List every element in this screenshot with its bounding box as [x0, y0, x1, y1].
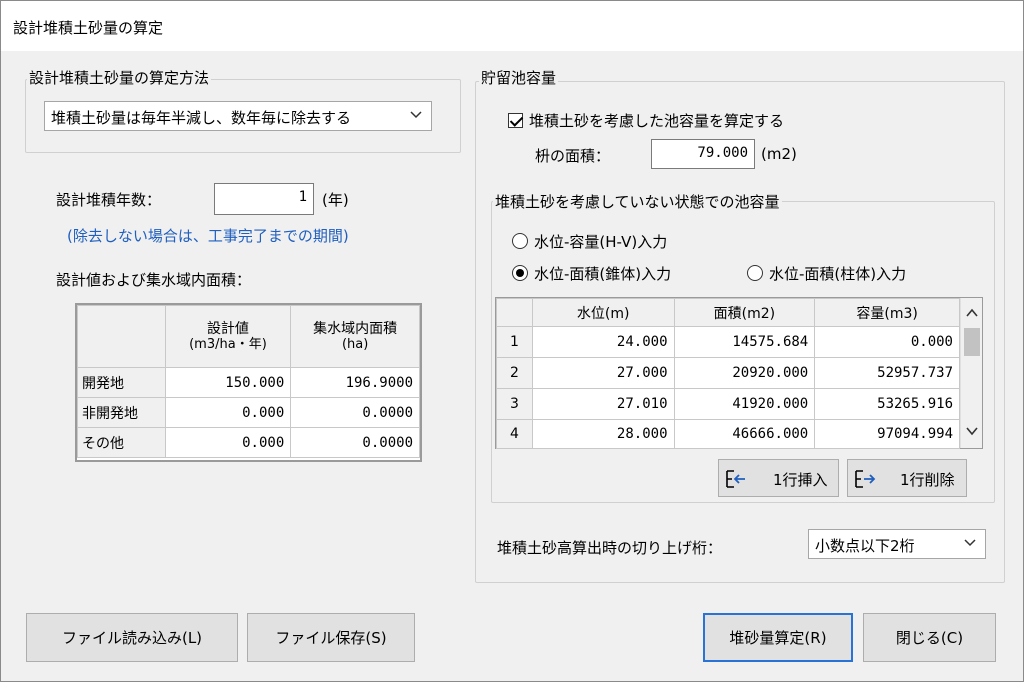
row-number: 3 — [496, 388, 533, 420]
method-select[interactable]: 堆積土砂量は毎年半減し、数年毎に除去する — [44, 101, 432, 131]
table-row: 非開発地 0.000 0.0000 — [77, 397, 420, 428]
save-file-button[interactable]: ファイル保存(S) — [247, 613, 415, 662]
consider-sediment-checkbox[interactable] — [508, 113, 523, 128]
volume-cell[interactable]: 0.000 — [814, 326, 960, 358]
radio-column[interactable] — [747, 265, 763, 281]
row-number: 1 — [496, 326, 533, 358]
insert-row-icon — [725, 469, 747, 493]
design-table: 設計値 (m3/ha・年) 集水域内面積 (ha) 開発地 150.000 19… — [77, 305, 420, 458]
level-cell[interactable]: 28.000 — [531, 419, 675, 449]
design-years-note: (除去しない場合は、工事完了までの期間) — [67, 227, 349, 245]
method-select-value: 堆積土砂量は毎年半減し、数年毎に除去する — [51, 109, 352, 127]
volume-cell[interactable]: 52957.737 — [814, 357, 960, 389]
chevron-down-icon — [959, 532, 981, 556]
delete-row-icon — [854, 469, 876, 493]
level-cell[interactable]: 27.010 — [531, 388, 675, 420]
pond-group-label: 貯留池容量 — [479, 67, 559, 88]
area-value-cell[interactable]: 0.0000 — [290, 427, 420, 458]
level-cell[interactable]: 24.000 — [531, 326, 675, 358]
calculate-button[interactable]: 堆砂量算定(R) — [703, 613, 853, 662]
radio-cone-label: 水位-面積(錐体)入力 — [534, 265, 672, 283]
area-cell[interactable]: 41920.000 — [673, 388, 816, 420]
method-group-label: 設計堆積土砂量の算定方法 — [27, 67, 212, 88]
design-value-cell[interactable]: 0.000 — [164, 427, 292, 458]
radio-cone[interactable] — [512, 265, 528, 281]
radio-hv-label: 水位-容量(H-V)入力 — [534, 233, 668, 251]
load-file-button[interactable]: ファイル読み込み(L) — [26, 613, 238, 662]
scroll-down-icon[interactable] — [961, 420, 983, 444]
design-table-corner — [77, 305, 166, 368]
round-select-value: 小数点以下2桁 — [815, 537, 915, 555]
row-number: 2 — [496, 357, 533, 389]
load-file-label: ファイル読み込み(L) — [61, 629, 203, 647]
consider-sediment-label: 堆積土砂を考慮した池容量を算定する — [529, 112, 785, 130]
title-bar: 設計堆積土砂量の算定 — [1, 1, 1023, 51]
design-value-cell[interactable]: 150.000 — [164, 367, 292, 398]
basin-area-input[interactable]: 79.000 — [651, 139, 755, 169]
window-title: 設計堆積土砂量の算定 — [13, 19, 164, 37]
row-name: 開発地 — [77, 367, 166, 398]
design-table-title: 設計値および集水域内面積： — [56, 271, 252, 289]
insert-row-button[interactable]: 1行挿入 — [718, 459, 839, 497]
design-col-header-line2: (m3/ha・年) — [189, 336, 267, 352]
grid-header-volume[interactable]: 容量(m3) — [814, 298, 960, 327]
grid-header-level[interactable]: 水位(m) — [531, 298, 675, 327]
table-row: 開発地 150.000 196.9000 — [77, 367, 420, 398]
row-name: 非開発地 — [77, 397, 166, 428]
scroll-thumb[interactable] — [964, 328, 980, 356]
volume-cell[interactable]: 53265.916 — [814, 388, 960, 420]
close-label: 閉じる(C) — [895, 629, 964, 647]
area-cell[interactable]: 46666.000 — [673, 419, 816, 449]
calculate-label: 堆砂量算定(R) — [729, 629, 827, 647]
area-cell[interactable]: 20920.000 — [673, 357, 816, 389]
table-row: 4 28.000 46666.000 97094.994 — [496, 419, 960, 449]
area-col-header-line2: (ha) — [341, 336, 369, 352]
radio-column-label: 水位-面積(柱体)入力 — [769, 265, 907, 283]
design-years-unit: (年) — [322, 191, 349, 209]
radio-hv[interactable] — [512, 233, 528, 249]
area-value-cell[interactable]: 196.9000 — [290, 367, 420, 398]
dialog-window: 設計堆積土砂量の算定 設計堆積土砂量の算定方法 堆積土砂量は毎年半減し、数年毎に… — [0, 0, 1024, 682]
close-button[interactable]: 閉じる(C) — [863, 613, 996, 662]
basin-area-unit: (m2) — [761, 145, 797, 163]
table-row: その他 0.000 0.0000 — [77, 427, 420, 458]
scroll-up-icon[interactable] — [961, 300, 983, 324]
save-file-label: ファイル保存(S) — [275, 629, 387, 647]
table-row: 1 24.000 14575.684 0.000 — [496, 326, 960, 358]
table-row: 3 27.010 41920.000 53265.916 — [496, 388, 960, 420]
design-col-header-line1: 設計値 — [206, 320, 249, 337]
grid-corner — [496, 298, 533, 327]
row-name: その他 — [77, 427, 166, 458]
chevron-down-icon — [405, 104, 427, 128]
area-col-header-line1: 集水域内面積 — [313, 320, 398, 337]
level-grid: 水位(m) 面積(m2) 容量(m3) 1 24.000 14575.684 0… — [496, 298, 960, 449]
round-select[interactable]: 小数点以下2桁 — [808, 529, 986, 559]
round-label: 堆積土砂高算出時の切り上げ桁： — [497, 539, 723, 557]
design-years-label: 設計堆積年数： — [56, 191, 162, 209]
inner-group-label: 堆積土砂を考慮していない状態での池容量 — [493, 191, 782, 212]
grid-scrollbar[interactable] — [960, 298, 982, 448]
grid-header-area[interactable]: 面積(m2) — [673, 298, 816, 327]
area-cell[interactable]: 14575.684 — [673, 326, 816, 358]
delete-row-button[interactable]: 1行削除 — [847, 459, 967, 497]
design-value-cell[interactable]: 0.000 — [164, 397, 292, 428]
area-value-cell[interactable]: 0.0000 — [290, 397, 420, 428]
delete-row-label: 1行削除 — [900, 471, 955, 489]
level-cell[interactable]: 27.000 — [531, 357, 675, 389]
design-years-input[interactable]: 1 — [214, 183, 314, 215]
insert-row-label: 1行挿入 — [773, 471, 828, 489]
row-number: 4 — [496, 419, 533, 449]
table-row: 2 27.000 20920.000 52957.737 — [496, 357, 960, 389]
volume-cell[interactable]: 97094.994 — [814, 419, 960, 449]
basin-area-label: 枡の面積： — [535, 147, 611, 165]
